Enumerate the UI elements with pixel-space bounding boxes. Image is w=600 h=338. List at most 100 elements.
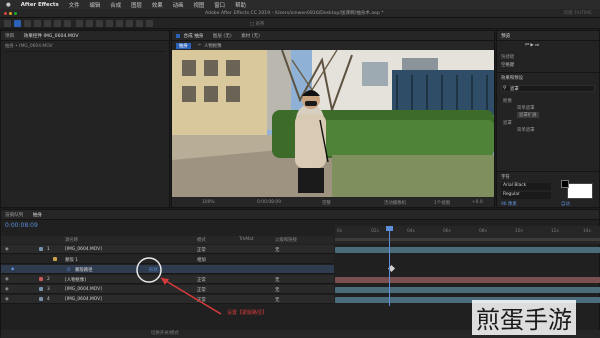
preview-panel-header: 预览: [497, 31, 599, 41]
lock-icon[interactable]: [176, 33, 180, 38]
breadcrumb-item-main[interactable]: 抽身: [176, 43, 191, 49]
effects-item[interactable]: 简单遮罩: [517, 127, 535, 133]
layer-duration-bar[interactable]: [335, 247, 600, 253]
mask-path-name[interactable]: 蒙版路径: [75, 267, 93, 273]
hand-tool-icon[interactable]: [24, 20, 31, 27]
tab-footage[interactable]: 素材 (无): [241, 34, 260, 39]
rotate-tool-icon[interactable]: [44, 20, 51, 27]
stroke-color-swatch[interactable]: [561, 180, 569, 188]
visibility-icon[interactable]: ◉: [5, 287, 9, 292]
column-mode[interactable]: 模式: [197, 237, 206, 243]
mask-name[interactable]: 蒙版 1: [65, 257, 78, 263]
shortcut-select[interactable]: 空格键: [501, 62, 514, 68]
column-parent[interactable]: 父级和链接: [275, 237, 297, 243]
layer-label-color[interactable]: [39, 297, 43, 303]
selection-tool-icon[interactable]: [14, 20, 21, 27]
zoom-level[interactable]: 100%: [202, 200, 215, 205]
brush-tool-icon[interactable]: [106, 20, 113, 27]
zoom-tool-icon[interactable]: [34, 20, 41, 27]
pen-tool-icon[interactable]: [86, 20, 93, 27]
composition-viewer[interactable]: [172, 50, 494, 197]
first-frame-icon[interactable]: ⏮: [525, 43, 529, 48]
layer-name[interactable]: [IMG_0604.MOV]: [65, 247, 102, 252]
menu-window[interactable]: 窗口: [214, 1, 225, 9]
fill-color-swatch[interactable]: [567, 183, 593, 199]
current-time[interactable]: 0:00:08:09: [257, 200, 281, 205]
layer-label-color[interactable]: [39, 287, 43, 293]
tab-effect-controls[interactable]: 效果控件 IMG_0604.MOV: [24, 34, 79, 39]
layer-label-color[interactable]: [39, 277, 43, 283]
menu-help[interactable]: 帮助: [235, 1, 246, 9]
visibility-icon[interactable]: ◉: [5, 297, 9, 302]
views-select[interactable]: 1个视图: [434, 200, 450, 206]
camera-select[interactable]: 活动摄像机: [384, 200, 406, 206]
app-name[interactable]: After Effects: [21, 2, 59, 8]
layer-parent[interactable]: 无: [275, 277, 279, 283]
exposure-value[interactable]: +0.0: [472, 200, 483, 205]
stopwatch-icon[interactable]: ⏱: [67, 267, 70, 273]
tab-timeline-comp[interactable]: 抽身: [33, 213, 42, 218]
roto-brush-tool-icon[interactable]: [136, 20, 143, 27]
layer-name[interactable]: [IMG_0604.MOV]: [65, 287, 102, 292]
pan-behind-tool-icon[interactable]: [64, 20, 71, 27]
camera-tool-icon[interactable]: [54, 20, 61, 27]
playhead-handle[interactable]: [386, 226, 393, 231]
layer-label-color[interactable]: [39, 247, 43, 253]
work-area-bar[interactable]: [335, 238, 600, 241]
layer-parent[interactable]: 无: [275, 247, 279, 253]
puppet-tool-icon[interactable]: [146, 20, 153, 27]
layer-column-header: 源名称 模式 TrkMat 父级和链接: [1, 236, 334, 244]
menu-edit[interactable]: 编辑: [90, 1, 101, 9]
layer-duration-bar[interactable]: [335, 277, 600, 283]
effects-item-selected[interactable]: 遮罩扩展: [517, 112, 539, 118]
layer-parent[interactable]: 无: [275, 287, 279, 293]
close-window-icon[interactable]: [4, 12, 7, 15]
apple-icon[interactable]: ●: [6, 2, 11, 8]
clone-stamp-tool-icon[interactable]: [116, 20, 123, 27]
visibility-icon[interactable]: ◉: [5, 277, 9, 282]
menu-composition[interactable]: 合成: [110, 1, 121, 9]
menu-layer[interactable]: 图层: [131, 1, 142, 9]
tab-layer[interactable]: 图层 (无): [213, 34, 232, 39]
font-family-select[interactable]: Arial Black: [501, 183, 551, 190]
home-icon[interactable]: [4, 20, 11, 27]
font-style-select[interactable]: Regular: [501, 192, 551, 199]
last-frame-icon[interactable]: ⏭: [535, 43, 539, 48]
tab-composition[interactable]: 合成 抽身: [183, 34, 203, 39]
play-icon[interactable]: ▶: [530, 43, 533, 48]
menu-effect[interactable]: 效果: [152, 1, 163, 9]
tab-project[interactable]: 项目: [5, 34, 14, 39]
effects-group-keying[interactable]: 抠像: [503, 98, 512, 104]
column-trkmat[interactable]: TrkMat: [239, 237, 254, 242]
type-tool-icon[interactable]: [96, 20, 103, 27]
minimize-window-icon[interactable]: [9, 12, 12, 15]
visibility-icon[interactable]: ◉: [5, 247, 9, 252]
quality-select[interactable]: 完整: [322, 200, 331, 206]
layer-name[interactable]: [IMG_0604.MOV]: [65, 297, 102, 302]
layer-duration-bar[interactable]: [335, 287, 600, 293]
time-ruler[interactable]: 0s 02s 04s 06s 08s 10s 12s 14s: [335, 226, 600, 244]
leading-value[interactable]: 自动: [561, 201, 570, 207]
keyframe-navigator-icon[interactable]: ◆: [11, 267, 14, 272]
menu-animation[interactable]: 动画: [173, 1, 184, 9]
breadcrumb-item-precomp[interactable]: 人物抠像: [204, 43, 222, 49]
playhead[interactable]: [389, 226, 390, 306]
rectangle-tool-icon[interactable]: [76, 20, 83, 27]
column-source-name[interactable]: 源名称: [65, 237, 78, 243]
menu-view[interactable]: 视图: [193, 1, 204, 9]
font-size-value[interactable]: 96 像素: [501, 201, 517, 207]
zoom-window-icon[interactable]: [14, 12, 17, 15]
layer-number: 4: [47, 297, 50, 302]
mask-color[interactable]: [53, 257, 57, 263]
tab-render-queue[interactable]: 渲染队列: [5, 213, 23, 218]
effects-group-matte[interactable]: 遮罩: [503, 120, 512, 126]
timeline-current-time[interactable]: 0:00:08:09: [5, 222, 38, 229]
effects-item[interactable]: 简单遮罩: [517, 105, 535, 111]
layer-name[interactable]: [人物抠像]: [65, 277, 86, 283]
playback-controls: ⏮ ▶ ⏭: [525, 42, 539, 48]
menu-file[interactable]: 文件: [69, 1, 80, 9]
snapping-toggle[interactable]: □ 对齐: [250, 21, 264, 27]
eraser-tool-icon[interactable]: [126, 20, 133, 27]
effects-search-input[interactable]: ⚲ 遮罩: [501, 85, 595, 92]
layer-parent[interactable]: 无: [275, 297, 279, 303]
